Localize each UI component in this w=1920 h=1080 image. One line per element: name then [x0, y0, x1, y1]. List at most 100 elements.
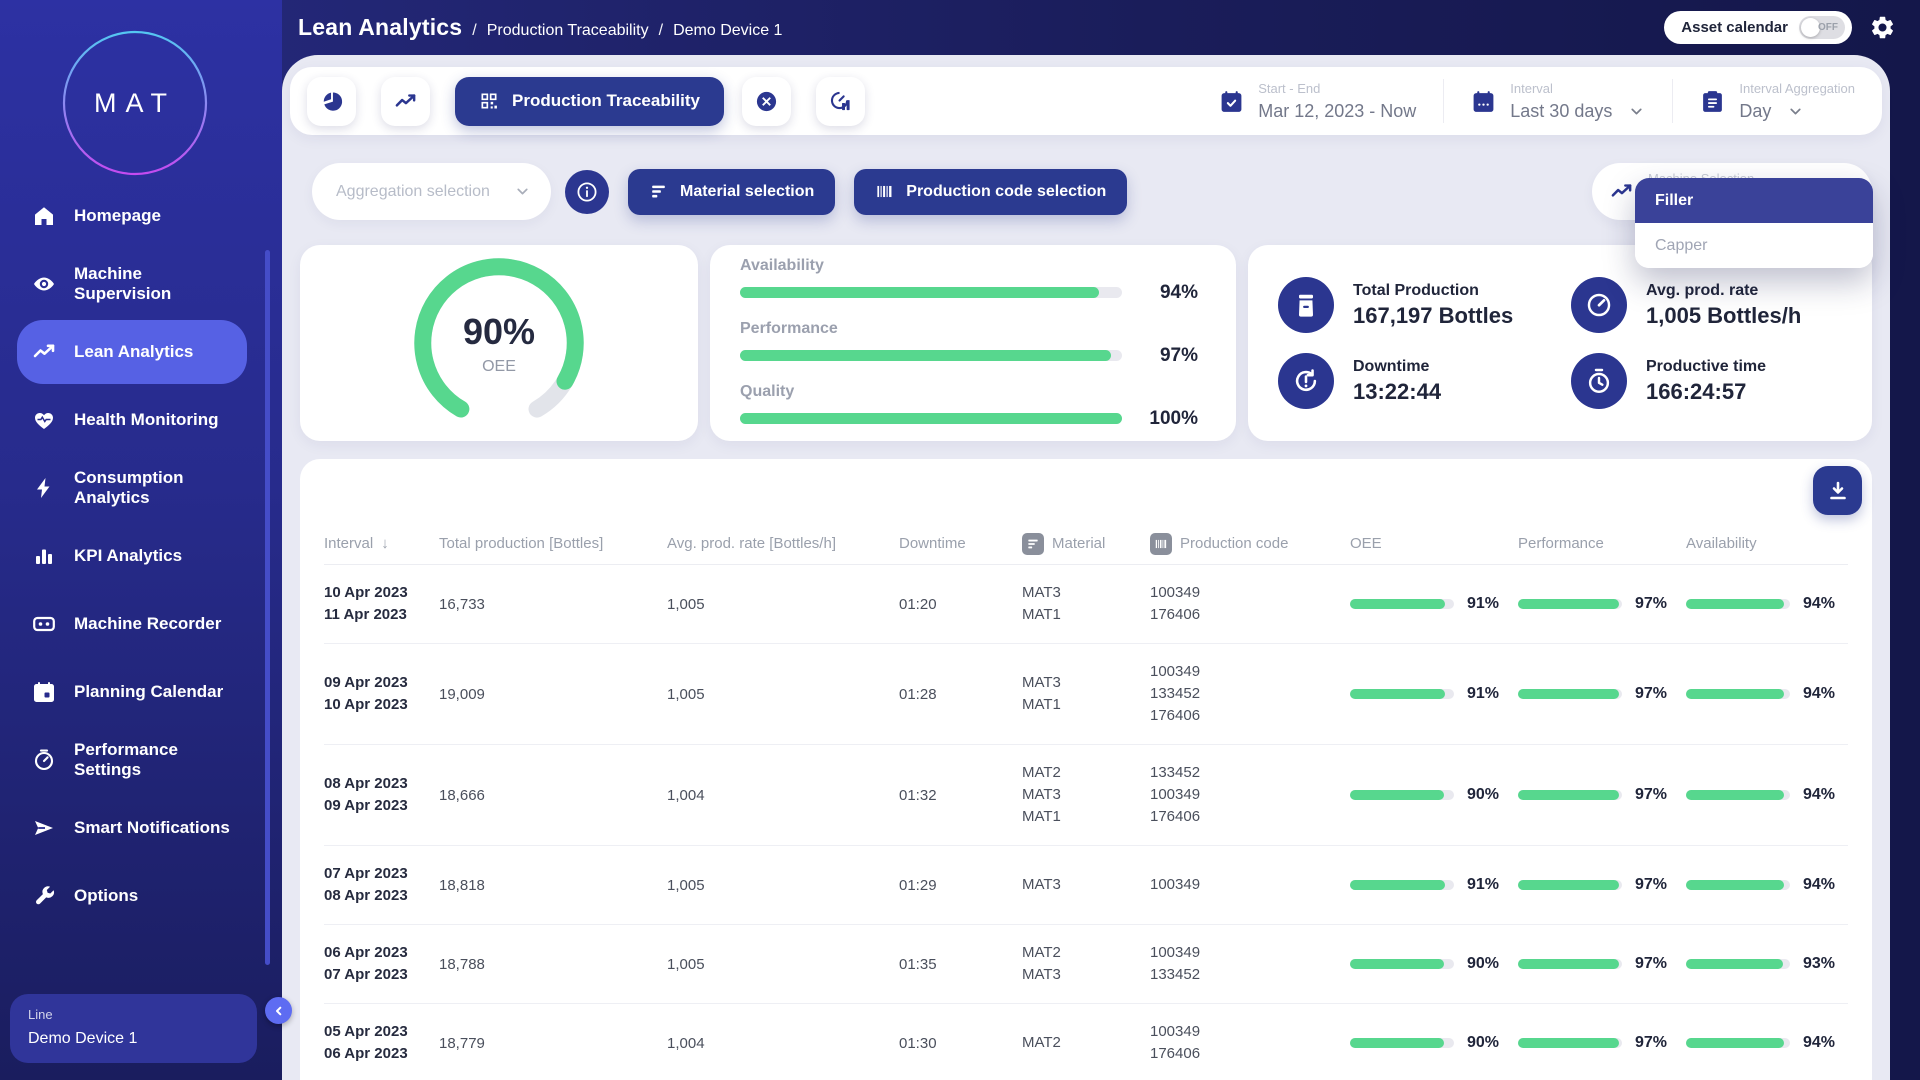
info-button[interactable]	[565, 170, 609, 214]
sidebar-item-machine-recorder[interactable]: Machine Recorder	[17, 592, 247, 656]
material-list-icon	[1022, 533, 1044, 555]
cell-interval: 05 Apr 202306 Apr 2023	[324, 1021, 439, 1065]
cell-oee: 90%	[1350, 955, 1518, 973]
gauge-icon	[31, 747, 57, 773]
breadcrumb-separator: /	[472, 22, 476, 40]
cell-oee: 91%	[1350, 595, 1518, 613]
sidebar-item-smart-notifications[interactable]: Smart Notifications	[17, 796, 247, 860]
table-row[interactable]: 10 Apr 202311 Apr 2023 16,733 1,005 01:2…	[324, 565, 1848, 644]
oee-label: OEE	[463, 358, 535, 376]
table-row[interactable]: 09 Apr 202310 Apr 2023 19,009 1,005 01:2…	[324, 644, 1848, 745]
cell-production-code: 100349176406	[1150, 582, 1350, 626]
close-circle-icon	[755, 90, 778, 113]
column-interval[interactable]: Interval ↓	[324, 535, 439, 552]
oee-bar-fill	[1350, 880, 1445, 890]
interval-selector[interactable]: Interval Last 30 days	[1443, 79, 1672, 123]
performance-bar-fill	[1518, 959, 1619, 969]
asset-calendar-toggle-pill[interactable]: Asset calendar OFF	[1664, 11, 1852, 44]
sidebar-item-health-monitoring[interactable]: Health Monitoring	[17, 388, 247, 452]
performance-bar-track	[1518, 959, 1622, 969]
production-code-selection-button[interactable]: Production code selection	[854, 169, 1127, 215]
stat-avg-prod-rate: Avg. prod. rate 1,005 Bottles/h	[1571, 267, 1864, 343]
breadcrumb-item-demo-device-1[interactable]: Demo Device 1	[673, 22, 782, 40]
column-availability[interactable]: Availability	[1686, 535, 1848, 552]
pie-chart-view-button[interactable]	[307, 77, 356, 126]
sidebar-item-performance-settings[interactable]: Performance Settings	[17, 728, 247, 792]
column-performance[interactable]: Performance	[1518, 535, 1686, 552]
sidebar-item-homepage[interactable]: Homepage	[17, 184, 247, 248]
qr-grid-icon	[479, 91, 499, 111]
settings-button[interactable]	[1869, 14, 1896, 41]
interval-label: Interval	[1510, 81, 1553, 96]
table-body: 10 Apr 202311 Apr 2023 16,733 1,005 01:2…	[324, 565, 1848, 1080]
sidebar-item-lean-analytics[interactable]: Lean Analytics	[17, 320, 247, 384]
sidebar-item-consumption-analytics[interactable]: Consumption Analytics	[17, 456, 247, 520]
trend-line-icon	[1610, 180, 1633, 203]
gear-icon	[1869, 14, 1896, 41]
availability-bar-fill	[1686, 959, 1783, 969]
toolbar: Production Traceability Start - End Mar …	[290, 67, 1882, 135]
column-avg-prod-rate[interactable]: Avg. prod. rate [Bottles/h]	[667, 535, 899, 552]
production-analysis-button[interactable]	[816, 77, 865, 126]
wrench-icon	[31, 883, 57, 909]
column-total-production[interactable]: Total production [Bottles]	[439, 535, 667, 552]
sidebar-item-machine-supervision[interactable]: Machine Supervision	[17, 252, 247, 316]
sidebar-item-kpi-analytics[interactable]: KPI Analytics	[17, 524, 247, 588]
stat-downtime: Downtime 13:22:44	[1278, 343, 1571, 419]
machine-selection-dropdown[interactable]: Machine Selection FillerCapper	[1592, 163, 1872, 220]
performance-bar-fill	[1518, 880, 1619, 890]
date-range-selector[interactable]: Start - End Mar 12, 2023 - Now	[1192, 79, 1443, 123]
cell-material: MAT3MAT1	[1022, 582, 1150, 626]
cell-material: MAT2MAT3MAT1	[1022, 762, 1150, 828]
stat-label: Productive time	[1646, 358, 1766, 376]
column-material[interactable]: Material	[1022, 533, 1150, 555]
trend-view-button[interactable]	[381, 77, 430, 126]
production-traceability-button[interactable]: Production Traceability	[455, 77, 724, 126]
download-button[interactable]	[1813, 466, 1862, 515]
column-downtime[interactable]: Downtime	[899, 535, 1022, 552]
cell-interval: 09 Apr 202310 Apr 2023	[324, 672, 439, 716]
cell-downtime: 01:30	[899, 1035, 1022, 1052]
kpi-bars: Availability 94% Performance 97% Quality…	[710, 245, 1236, 441]
column-oee[interactable]: OEE	[1350, 535, 1518, 552]
kpi-bar-value: 100%	[1142, 408, 1198, 430]
kpi-bar-track	[740, 413, 1122, 424]
calendar-dots-icon	[1471, 89, 1496, 114]
cell-availability: 94%	[1686, 685, 1848, 703]
sidebar-collapse-button[interactable]	[265, 997, 292, 1024]
cell-production-code: 100349133452	[1150, 942, 1350, 986]
sidebar-scrollbar[interactable]	[265, 250, 270, 965]
table-row[interactable]: 05 Apr 202306 Apr 2023 18,779 1,004 01:3…	[324, 1004, 1848, 1080]
performance-bar-fill	[1518, 1038, 1619, 1048]
cell-production-code: 100349176406	[1150, 1021, 1350, 1065]
availability-value: 94%	[1803, 876, 1835, 894]
cell-oee: 90%	[1350, 786, 1518, 804]
machine-option-capper[interactable]: Capper	[1635, 223, 1873, 268]
aggregation-selection-placeholder: Aggregation selection	[336, 183, 490, 201]
oee-bar-track	[1350, 689, 1454, 699]
rate-icon	[1571, 277, 1627, 333]
stat-value: 13:22:44	[1353, 379, 1441, 405]
sidebar-item-planning-calendar[interactable]: Planning Calendar	[17, 660, 247, 724]
column-production-code[interactable]: Production code	[1150, 533, 1350, 555]
table-row[interactable]: 06 Apr 202307 Apr 2023 18,788 1,005 01:3…	[324, 925, 1848, 1004]
table-row[interactable]: 08 Apr 202309 Apr 2023 18,666 1,004 01:3…	[324, 745, 1848, 846]
cell-material: MAT2MAT3	[1022, 942, 1150, 986]
interval-aggregation-value: Day	[1739, 101, 1771, 122]
device-card[interactable]: Line Demo Device 1	[10, 994, 257, 1063]
close-view-button[interactable]	[742, 77, 791, 126]
material-selection-button[interactable]: Material selection	[628, 169, 835, 215]
asset-calendar-switch[interactable]: OFF	[1799, 16, 1845, 39]
stat-label: Downtime	[1353, 358, 1441, 376]
sort-descending-icon: ↓	[381, 535, 389, 552]
interval-aggregation-selector[interactable]: Interval Aggregation Day	[1672, 79, 1882, 123]
calendar-icon	[31, 679, 57, 705]
aggregation-selection-dropdown[interactable]: Aggregation selection	[312, 163, 551, 220]
table-row[interactable]: 07 Apr 202308 Apr 2023 18,818 1,005 01:2…	[324, 846, 1848, 925]
machine-option-filler[interactable]: Filler	[1635, 178, 1873, 223]
sidebar-item-options[interactable]: Options	[17, 864, 247, 928]
sidebar: MAT HomepageMachine SupervisionLean Anal…	[0, 0, 282, 1080]
breadcrumb-item-production-traceability[interactable]: Production Traceability	[487, 22, 649, 40]
performance-bar-fill	[1518, 689, 1619, 699]
cell-total-production: 19,009	[439, 686, 667, 703]
